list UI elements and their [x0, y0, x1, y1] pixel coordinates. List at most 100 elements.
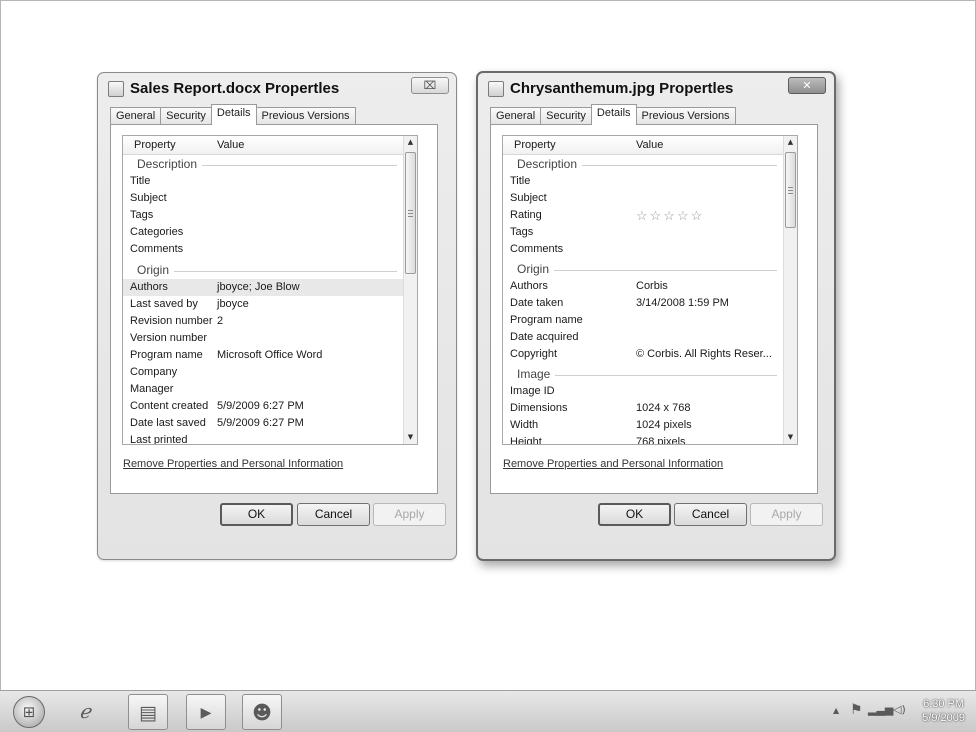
- group-label: Image: [517, 366, 556, 383]
- close-button[interactable]: ✕: [788, 77, 826, 94]
- apply-button[interactable]: Apply: [750, 503, 823, 526]
- vertical-scrollbar[interactable]: ▲ ▼: [783, 136, 797, 444]
- cancel-button[interactable]: Cancel: [674, 503, 747, 526]
- tab-strip: General Security Details Previous Versio…: [110, 104, 356, 125]
- property-row-date-taken[interactable]: Date taken 3/14/2008 1:59 PM: [503, 295, 785, 312]
- tab-details[interactable]: Details: [210, 104, 257, 125]
- tab-general[interactable]: General: [490, 107, 542, 125]
- tab-security[interactable]: Security: [160, 107, 212, 125]
- property-row-copyright[interactable]: Copyright © Corbis. All Rights Reser...: [503, 346, 785, 363]
- value-column-header[interactable]: Value: [636, 139, 663, 151]
- media-player-icon[interactable]: ▶: [186, 694, 226, 730]
- property-row-title[interactable]: Title: [503, 173, 785, 190]
- scroll-down-icon[interactable]: ▼: [784, 431, 797, 444]
- tab-previous-versions[interactable]: Previous Versions: [255, 107, 356, 125]
- explorer-folder-icon[interactable]: ▤: [128, 694, 168, 730]
- scrollbar-thumb[interactable]: [785, 152, 796, 228]
- property-row-authors[interactable]: Authors jboyce; Joe Blow: [123, 279, 405, 296]
- property-row-version-number[interactable]: Version number: [123, 330, 405, 347]
- property-row-date-acquired[interactable]: Date acquired: [503, 329, 785, 346]
- property-row-date-last-saved[interactable]: Date last saved 5/9/2009 6:27 PM: [123, 415, 405, 432]
- ok-button[interactable]: OK: [220, 503, 293, 526]
- group-divider: [137, 271, 397, 272]
- tab-security[interactable]: Security: [540, 107, 592, 125]
- property-row-dimensions[interactable]: Dimensions 1024 x 768: [503, 400, 785, 417]
- property-name: Title: [130, 175, 151, 187]
- rating-stars-icon[interactable]: ☆☆☆☆☆: [636, 207, 704, 224]
- cancel-button[interactable]: Cancel: [297, 503, 370, 526]
- property-column-header[interactable]: Property: [514, 139, 556, 151]
- tab-strip: General Security Details Previous Versio…: [490, 104, 736, 125]
- property-row-program-name[interactable]: Program name Microsoft Office Word: [123, 347, 405, 364]
- document-icon: [108, 81, 124, 97]
- property-row-subject[interactable]: Subject: [123, 190, 405, 207]
- remove-properties-link[interactable]: Remove Properties and Personal Informati…: [123, 458, 343, 470]
- property-name: Authors: [510, 280, 548, 292]
- volume-icon[interactable]: ◁): [893, 703, 906, 716]
- scroll-up-icon[interactable]: ▲: [404, 136, 417, 149]
- property-column-header[interactable]: Property: [134, 139, 176, 151]
- title-bar[interactable]: Chrysanthemum.jpg Propertles ✕: [478, 73, 834, 103]
- property-row-width[interactable]: Width 1024 pixels: [503, 417, 785, 434]
- start-button[interactable]: ⊞: [13, 696, 45, 728]
- close-button[interactable]: ⌧: [411, 77, 449, 94]
- property-name: Dimensions: [510, 402, 568, 414]
- ie-icon[interactable]: ℯ: [65, 694, 105, 730]
- title-bar[interactable]: Sales Report.docx Propertles ⌧: [98, 73, 456, 103]
- image-file-icon: [488, 81, 504, 97]
- property-row-height[interactable]: Height 768 pixels: [503, 434, 785, 444]
- property-name: Subject: [130, 192, 167, 204]
- property-name: Width: [510, 419, 539, 431]
- apply-button[interactable]: Apply: [373, 503, 446, 526]
- tab-details[interactable]: Details: [590, 104, 637, 125]
- group-origin: Origin: [123, 262, 405, 279]
- property-name: Subject: [510, 192, 547, 204]
- property-name: Title: [510, 175, 531, 187]
- property-row-authors[interactable]: Authors Corbis: [503, 278, 785, 295]
- show-hidden-icons-arrow-icon[interactable]: ▲: [833, 706, 839, 715]
- property-row-image-id[interactable]: Image ID: [503, 383, 785, 400]
- value-column-header[interactable]: Value: [217, 139, 244, 151]
- property-row-company[interactable]: Company: [123, 364, 405, 381]
- scroll-down-icon[interactable]: ▼: [404, 431, 417, 444]
- vertical-scrollbar[interactable]: ▲ ▼: [403, 136, 417, 444]
- property-row-revision-number[interactable]: Revision number 2: [123, 313, 405, 330]
- tab-previous-versions[interactable]: Previous Versions: [635, 107, 736, 125]
- property-value: jboyce: [217, 298, 249, 310]
- property-row-subject[interactable]: Subject: [503, 190, 785, 207]
- properties-list[interactable]: Property Value Description Title Subject T…: [122, 135, 418, 445]
- remove-properties-link[interactable]: Remove Properties and Personal Informati…: [503, 458, 723, 470]
- people-icon[interactable]: ☻: [242, 694, 282, 730]
- tab-general[interactable]: General: [110, 107, 162, 125]
- property-row-program-name[interactable]: Program name: [503, 312, 785, 329]
- list-body: Description Title Subject Tags Categories Co…: [123, 156, 405, 444]
- property-row-categories[interactable]: Categories: [123, 224, 405, 241]
- property-row-tags[interactable]: Tags: [503, 224, 785, 241]
- network-signal-icon[interactable]: ▂▃▅: [868, 703, 893, 716]
- property-row-last-printed[interactable]: Last printed: [123, 432, 405, 444]
- group-origin: Origin: [503, 261, 785, 278]
- scroll-up-icon[interactable]: ▲: [784, 136, 797, 149]
- property-name: Date acquired: [510, 331, 579, 343]
- group-description: Description: [503, 156, 785, 173]
- property-name: Date last saved: [130, 417, 206, 429]
- property-row-title[interactable]: Title: [123, 173, 405, 190]
- property-value: © Corbis. All Rights Reser...: [636, 348, 772, 360]
- property-row-comments[interactable]: Comments: [503, 241, 785, 258]
- property-row-comments[interactable]: Comments: [123, 241, 405, 258]
- property-name: Image ID: [510, 385, 555, 397]
- frame-top-border: [0, 0, 976, 1]
- action-center-flag-icon[interactable]: ⚑: [850, 702, 863, 718]
- property-row-manager[interactable]: Manager: [123, 381, 405, 398]
- property-row-last-saved-by[interactable]: Last saved by jboyce: [123, 296, 405, 313]
- system-clock[interactable]: 6:30 PM 5/9/2009: [922, 697, 965, 725]
- chrysanthemum-properties-dialog: Chrysanthemum.jpg Propertles ✕ General S…: [476, 71, 836, 561]
- properties-list[interactable]: Property Value Description Title Subject R…: [502, 135, 798, 445]
- property-name: Rating: [510, 209, 542, 221]
- property-row-content-created[interactable]: Content created 5/9/2009 6:27 PM: [123, 398, 405, 415]
- property-row-tags[interactable]: Tags: [123, 207, 405, 224]
- ok-button[interactable]: OK: [598, 503, 671, 526]
- clock-date: 5/9/2009: [922, 712, 965, 724]
- property-row-rating[interactable]: Rating ☆☆☆☆☆: [503, 207, 785, 224]
- scrollbar-thumb[interactable]: [405, 152, 416, 274]
